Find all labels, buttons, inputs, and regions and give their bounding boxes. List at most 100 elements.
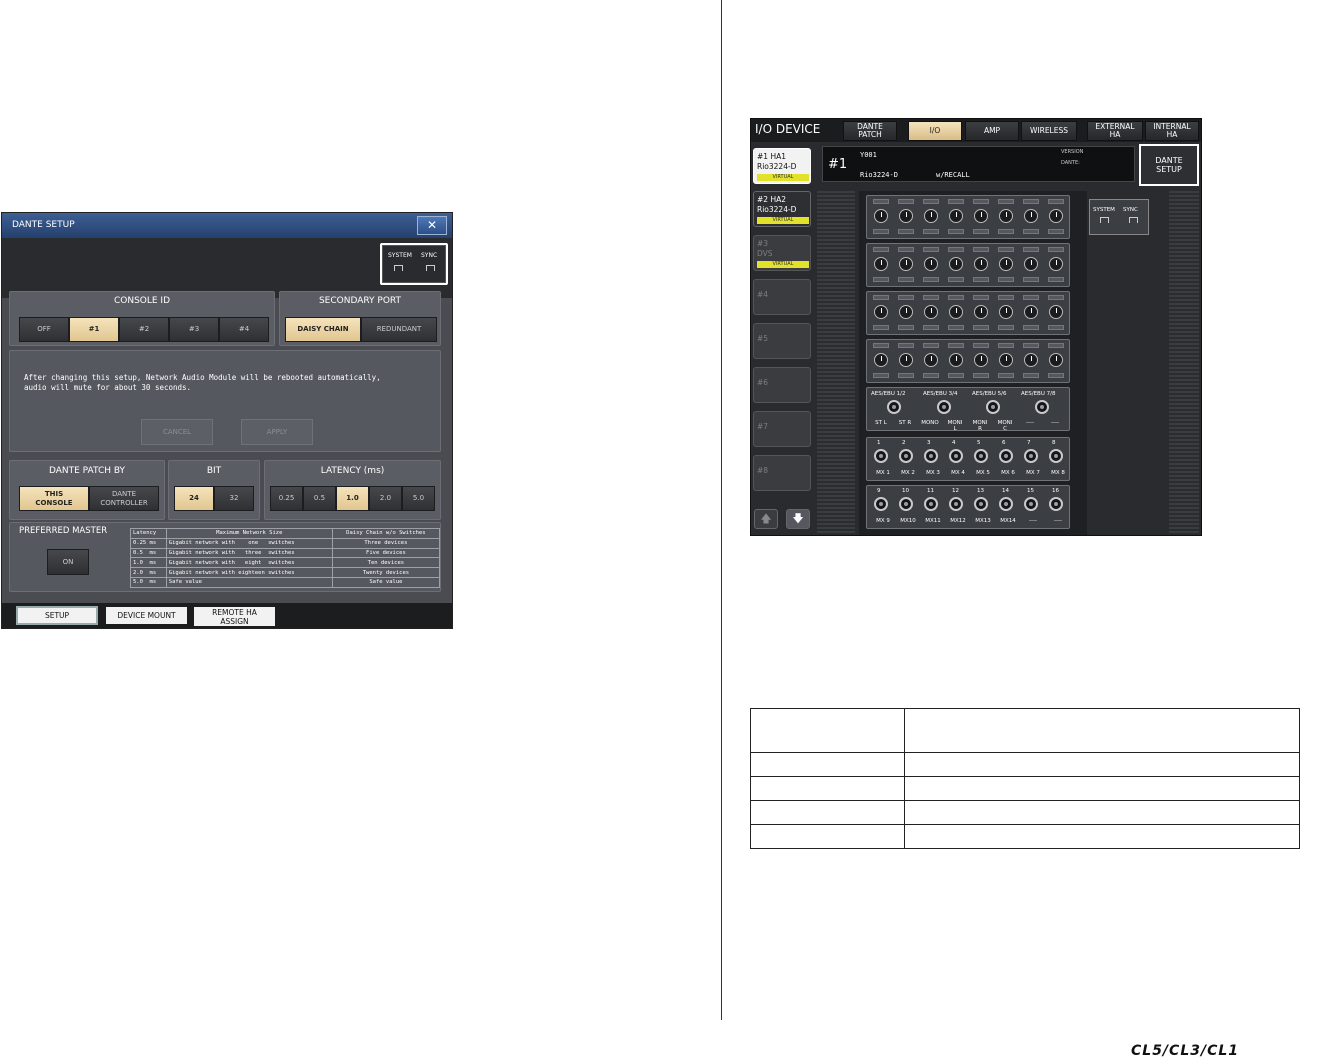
hpf-button[interactable]	[973, 277, 989, 282]
gain-knob-icon[interactable]	[899, 209, 913, 223]
tab-io[interactable]: I/O	[908, 121, 962, 141]
hpf-button[interactable]	[1048, 325, 1064, 330]
phantom-power-button[interactable]	[973, 343, 989, 348]
gain-knob-icon[interactable]	[1024, 305, 1038, 319]
phantom-power-button[interactable]	[873, 247, 889, 252]
phantom-power-button[interactable]	[998, 343, 1014, 348]
daisy-chain-button[interactable]: DAISY CHAIN	[285, 317, 361, 342]
gain-knob-icon[interactable]	[1024, 257, 1038, 271]
tab-amp[interactable]: AMP	[965, 121, 1019, 141]
phantom-power-button[interactable]	[998, 295, 1014, 300]
gain-knob-icon[interactable]	[1024, 353, 1038, 367]
hpf-button[interactable]	[973, 229, 989, 234]
gain-knob-icon[interactable]	[999, 209, 1013, 223]
device-slot-6[interactable]: #6	[753, 367, 811, 403]
dante-controller-button[interactable]: DANTE CONTROLLER	[89, 486, 159, 511]
hpf-button[interactable]	[873, 229, 889, 234]
hpf-button[interactable]	[898, 325, 914, 330]
this-console-button[interactable]: THIS CONSOLE	[19, 486, 89, 511]
hpf-button[interactable]	[998, 373, 1014, 378]
hpf-button[interactable]	[923, 325, 939, 330]
preferred-master-on-button[interactable]: ON	[47, 549, 89, 575]
gain-knob-icon[interactable]	[1049, 353, 1063, 367]
gain-knob-icon[interactable]	[899, 353, 913, 367]
hpf-button[interactable]	[1023, 229, 1039, 234]
gain-knob-icon[interactable]	[949, 209, 963, 223]
hpf-button[interactable]	[1023, 277, 1039, 282]
device-slot-1[interactable]: #1 HA1 Rio3224-D VIRTUAL	[753, 148, 811, 184]
gain-knob-icon[interactable]	[1049, 209, 1063, 223]
tab-external-ha[interactable]: EXTERNAL HA	[1087, 121, 1143, 141]
apply-button[interactable]: APPLY	[241, 419, 313, 445]
tab-setup[interactable]: SETUP	[16, 606, 98, 625]
phantom-power-button[interactable]	[898, 199, 914, 204]
device-slot-5[interactable]: #5	[753, 323, 811, 359]
hpf-button[interactable]	[923, 373, 939, 378]
latency-05-button[interactable]: 0.5	[303, 486, 336, 511]
scroll-down-button[interactable]: 🡇	[786, 509, 810, 529]
phantom-power-button[interactable]	[923, 343, 939, 348]
tab-remote-ha-assign[interactable]: REMOTE HA ASSIGN	[193, 606, 276, 627]
hpf-button[interactable]	[948, 229, 964, 234]
gain-knob-icon[interactable]	[924, 257, 938, 271]
gain-knob-icon[interactable]	[999, 353, 1013, 367]
cancel-button[interactable]: CANCEL	[141, 419, 213, 445]
scroll-up-button[interactable]: 🡅	[754, 509, 778, 529]
latency-025-button[interactable]: 0.25	[270, 486, 303, 511]
phantom-power-button[interactable]	[1048, 295, 1064, 300]
gain-knob-icon[interactable]	[999, 257, 1013, 271]
latency-10-button[interactable]: 1.0	[336, 486, 369, 511]
tab-wireless[interactable]: WIRELESS	[1021, 121, 1077, 141]
hpf-button[interactable]	[898, 277, 914, 282]
hpf-button[interactable]	[998, 277, 1014, 282]
phantom-power-button[interactable]	[1023, 199, 1039, 204]
gain-knob-icon[interactable]	[874, 257, 888, 271]
phantom-power-button[interactable]	[873, 343, 889, 348]
phantom-power-button[interactable]	[1023, 343, 1039, 348]
hpf-button[interactable]	[948, 325, 964, 330]
latency-50-button[interactable]: 5.0	[402, 486, 435, 511]
hpf-button[interactable]	[948, 277, 964, 282]
gain-knob-icon[interactable]	[974, 353, 988, 367]
gain-knob-icon[interactable]	[874, 353, 888, 367]
gain-knob-icon[interactable]	[899, 257, 913, 271]
phantom-power-button[interactable]	[973, 295, 989, 300]
phantom-power-button[interactable]	[948, 247, 964, 252]
hpf-button[interactable]	[1023, 325, 1039, 330]
hpf-button[interactable]	[973, 373, 989, 378]
console-id-3-button[interactable]: #3	[169, 317, 219, 342]
console-id-4-button[interactable]: #4	[219, 317, 269, 342]
device-slot-7[interactable]: #7	[753, 411, 811, 447]
phantom-power-button[interactable]	[948, 199, 964, 204]
tab-internal-ha[interactable]: INTERNAL HA	[1145, 121, 1199, 141]
gain-knob-icon[interactable]	[874, 305, 888, 319]
hpf-button[interactable]	[1048, 373, 1064, 378]
phantom-power-button[interactable]	[1048, 343, 1064, 348]
console-id-1-button[interactable]: #1	[69, 317, 119, 342]
close-button[interactable]: ✕	[417, 216, 447, 235]
hpf-button[interactable]	[873, 373, 889, 378]
hpf-button[interactable]	[873, 277, 889, 282]
hpf-button[interactable]	[998, 229, 1014, 234]
gain-knob-icon[interactable]	[924, 353, 938, 367]
phantom-power-button[interactable]	[1023, 247, 1039, 252]
phantom-power-button[interactable]	[1048, 199, 1064, 204]
hpf-button[interactable]	[923, 229, 939, 234]
gain-knob-icon[interactable]	[899, 305, 913, 319]
console-id-off-button[interactable]: OFF	[19, 317, 69, 342]
gain-knob-icon[interactable]	[924, 305, 938, 319]
gain-knob-icon[interactable]	[974, 305, 988, 319]
device-slot-4[interactable]: #4	[753, 279, 811, 315]
phantom-power-button[interactable]	[898, 247, 914, 252]
phantom-power-button[interactable]	[973, 199, 989, 204]
device-slot-8[interactable]: #8	[753, 455, 811, 491]
phantom-power-button[interactable]	[923, 247, 939, 252]
gain-knob-icon[interactable]	[874, 209, 888, 223]
hpf-button[interactable]	[998, 325, 1014, 330]
hpf-button[interactable]	[873, 325, 889, 330]
hpf-button[interactable]	[898, 373, 914, 378]
hpf-button[interactable]	[948, 373, 964, 378]
phantom-power-button[interactable]	[898, 343, 914, 348]
redundant-button[interactable]: REDUNDANT	[361, 317, 437, 342]
dante-setup-button[interactable]: DANTE SETUP	[1139, 144, 1199, 186]
